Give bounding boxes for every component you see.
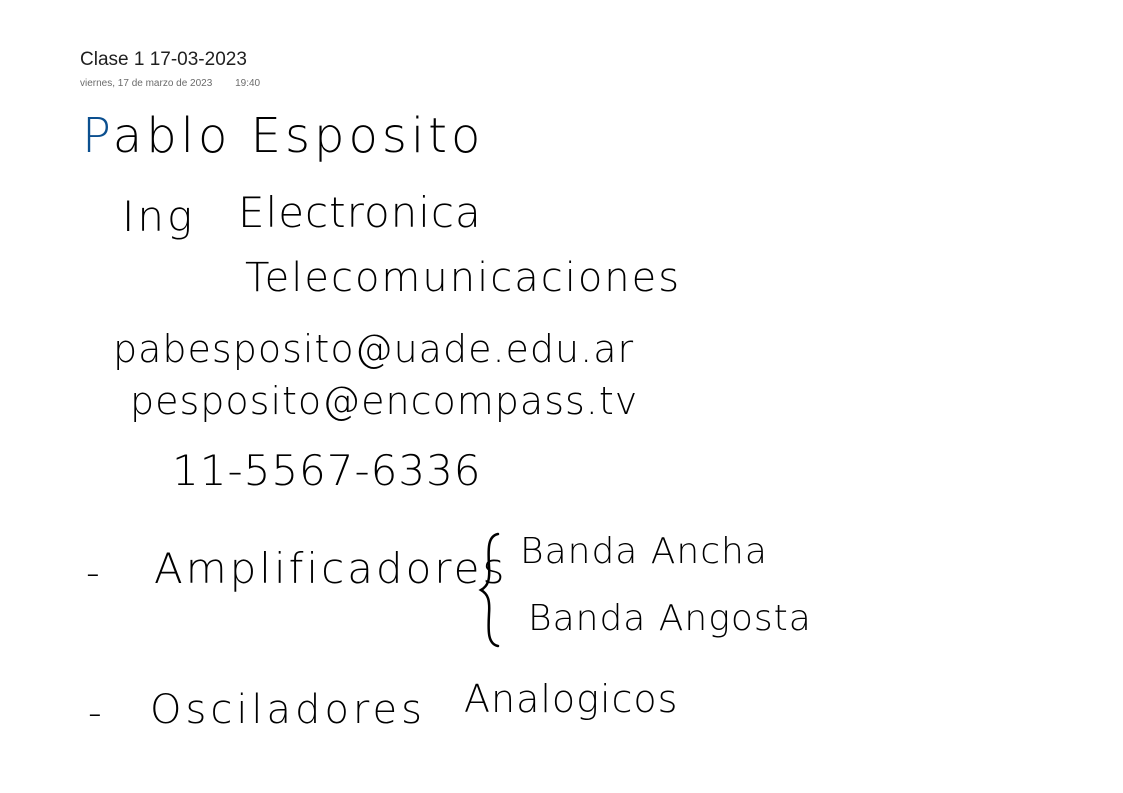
ink-osciladores: Osciladores [150, 687, 426, 733]
ink-bullet-dash: - [86, 551, 100, 595]
ink-banda-angosta: Banda Angosta [528, 598, 812, 639]
ink-name-initial: P [82, 108, 113, 164]
ink-bullet-dash: - [88, 691, 102, 735]
ink-telecomunicaciones: Telecomunicaciones [245, 255, 682, 301]
ink-email-uade: pabesposito@uade.edu.ar [113, 327, 635, 371]
ink-phone-number: 11-5567-6336 [172, 446, 482, 495]
ink-name-rest: ablo Esposito [112, 108, 485, 164]
note-title[interactable]: Clase 1 17-03-2023 [80, 49, 247, 71]
ink-email-encompass: pesposito@encompass.tv [130, 379, 639, 423]
note-page: Clase 1 17-03-2023 viernes, 17 de marzo … [0, 0, 1123, 793]
ink-amplificadores: Amplificadores [154, 544, 508, 593]
ink-banda-ancha: Banda Ancha [520, 531, 768, 572]
note-date: viernes, 17 de marzo de 2023 [80, 78, 213, 89]
ink-electronica: Electronica [238, 188, 482, 237]
ink-name: Pablo Esposito [82, 112, 484, 160]
note-time: 19:40 [235, 78, 261, 89]
note-metadata: viernes, 17 de marzo de 2023 19:40 [80, 78, 260, 89]
ink-ing: Ing [122, 192, 196, 241]
ink-analogicos: Analogicos [464, 677, 679, 721]
curly-brace-icon [478, 532, 500, 648]
